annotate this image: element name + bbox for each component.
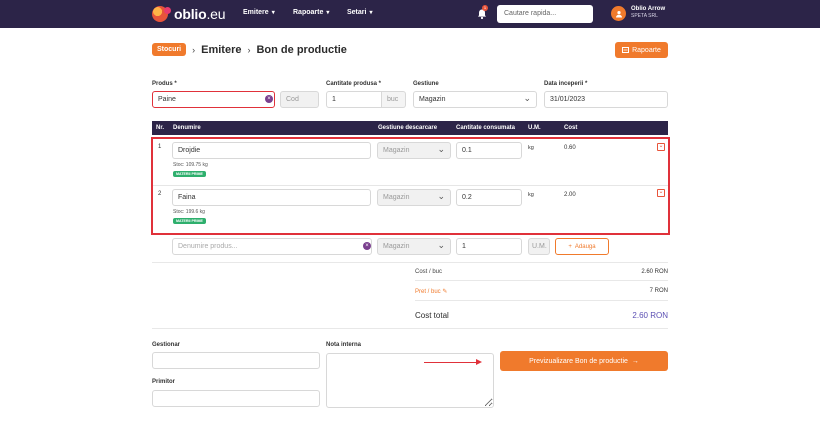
user-icon bbox=[615, 10, 622, 17]
row-1-collapse-icon[interactable]: ⌄ bbox=[657, 143, 665, 151]
chevron-right-icon: › bbox=[192, 44, 196, 55]
pret-buc-text: Pret / buc bbox=[415, 289, 441, 295]
row-divider bbox=[153, 185, 668, 186]
nav-emitere-label: Emitere bbox=[243, 9, 269, 16]
col-nr: Nr. bbox=[156, 125, 165, 131]
col-denumire: Denumire bbox=[173, 125, 201, 131]
arrow-right-icon: → bbox=[631, 357, 639, 365]
pret-buc-label[interactable]: Pret / buc ✎ bbox=[415, 288, 447, 295]
row-1-cantitate-input[interactable]: 0.1 bbox=[456, 142, 522, 159]
arrow-annotation bbox=[424, 362, 478, 363]
new-denumire-input[interactable]: Denumire produs... bbox=[172, 238, 372, 255]
row-1-um: kg bbox=[528, 145, 534, 151]
report-icon bbox=[622, 47, 630, 53]
row-2-denumire-input[interactable]: Faina bbox=[172, 189, 371, 206]
chevron-down-icon: ▾ bbox=[271, 10, 275, 16]
clear-icon[interactable]: × bbox=[363, 242, 371, 250]
previzualizare-button-label: Previzualizare Bon de productie bbox=[529, 357, 628, 365]
row-1-gestiune-select[interactable]: Magazin bbox=[377, 142, 451, 159]
rapoarte-button-label: Rapoarte bbox=[632, 46, 661, 54]
row-2-cost: 2.00 bbox=[564, 192, 576, 198]
nav-setari[interactable]: Setari ▾ bbox=[347, 9, 372, 16]
row-2-badge: MATERII PRIME bbox=[173, 218, 206, 224]
divider bbox=[152, 262, 668, 263]
user-avatar[interactable] bbox=[611, 6, 626, 21]
logo-text: oblio bbox=[174, 6, 207, 22]
row-1-cost: 0.60 bbox=[564, 145, 576, 151]
top-navbar: oblio.eu Emitere ▾ Rapoarte ▾ Setari ▾ 1 Ca… bbox=[0, 0, 820, 28]
cost-total-label: Cost total bbox=[415, 311, 449, 320]
gestionar-input[interactable] bbox=[152, 352, 320, 369]
previzualizare-button[interactable]: Previzualizare Bon de productie → bbox=[500, 351, 668, 371]
breadcrumb-emitere[interactable]: Emitere bbox=[201, 44, 241, 56]
user-company: SPETA SRL bbox=[631, 13, 658, 19]
logo-suffix: .eu bbox=[206, 6, 226, 22]
notification-badge: 1 bbox=[482, 5, 488, 11]
breadcrumb: Stocuri › Emitere › Bon de productie bbox=[152, 43, 347, 56]
chevron-right-icon: › bbox=[247, 44, 251, 55]
clear-icon[interactable]: × bbox=[265, 95, 273, 103]
row-2-um: kg bbox=[528, 192, 534, 198]
adauga-button-label: Adauga bbox=[574, 243, 596, 250]
row-2-cantitate-input[interactable]: 0.2 bbox=[456, 189, 522, 206]
col-um: U.M. bbox=[528, 125, 541, 131]
row-2-collapse-icon[interactable]: ⌄ bbox=[657, 189, 665, 197]
plus-icon: + bbox=[568, 243, 572, 250]
col-cantitate: Cantitate consumata bbox=[456, 125, 516, 131]
nav-setari-label: Setari bbox=[347, 9, 367, 16]
row-2-stoc: Stoc: 199.6 kg bbox=[173, 209, 205, 215]
cost-buc-value: 2.60 RON bbox=[641, 269, 668, 275]
chevron-down-icon: ▾ bbox=[369, 10, 373, 16]
cantitate-label: Cantitate produsa * bbox=[326, 81, 382, 87]
gestiune-select[interactable]: Magazin bbox=[413, 91, 537, 108]
arrow-head bbox=[476, 359, 482, 365]
pencil-icon[interactable]: ✎ bbox=[442, 289, 447, 295]
divider bbox=[415, 280, 668, 281]
row-1-badge: MATERII PRIME bbox=[173, 171, 206, 177]
row-1-stoc: Stoc: 109.75 kg bbox=[173, 162, 208, 168]
primitor-input[interactable] bbox=[152, 390, 320, 407]
user-name[interactable]: Oblio Arrow bbox=[631, 6, 665, 13]
nota-label: Nota interna bbox=[326, 342, 362, 348]
nav-emitere[interactable]: Emitere ▾ bbox=[243, 9, 275, 16]
data-input[interactable]: 31/01/2023 bbox=[544, 91, 668, 108]
divider bbox=[152, 328, 668, 329]
row-1-nr: 1 bbox=[158, 144, 162, 150]
rapoarte-button[interactable]: Rapoarte bbox=[615, 42, 668, 58]
col-gestiune: Gestiune descarcare bbox=[378, 125, 438, 131]
row-1-denumire-input[interactable]: Drojdie bbox=[172, 142, 371, 159]
chevron-down-icon: ▾ bbox=[326, 10, 330, 16]
produs-label: Produs * bbox=[152, 81, 177, 87]
search-input[interactable]: Cautare rapida... bbox=[497, 5, 593, 23]
gestionar-label: Gestionar bbox=[152, 342, 181, 348]
primitor-label: Primitor bbox=[152, 379, 176, 385]
new-cantitate-input[interactable]: 1 bbox=[456, 238, 522, 255]
cantitate-unit: buc bbox=[382, 91, 406, 108]
oblio-logo[interactable]: oblio.eu bbox=[152, 6, 226, 22]
new-gestiune-select[interactable]: Magazin bbox=[377, 238, 451, 255]
logo-icon bbox=[152, 6, 171, 22]
cantitate-input[interactable]: 1 bbox=[326, 91, 382, 108]
nav-rapoarte[interactable]: Rapoarte ▾ bbox=[293, 9, 329, 16]
divider bbox=[415, 300, 668, 301]
page-title: Bon de productie bbox=[256, 43, 347, 56]
adauga-button[interactable]: + Adauga bbox=[555, 238, 609, 255]
pret-buc-value: 7 RON bbox=[649, 288, 668, 294]
breadcrumb-stocuri[interactable]: Stocuri bbox=[152, 43, 187, 56]
row-2-nr: 2 bbox=[158, 191, 162, 197]
data-label: Data inceperii * bbox=[544, 81, 588, 87]
cost-buc-label: Cost / buc bbox=[415, 269, 443, 275]
table-header: Nr. Denumire Gestiune descarcare Cantita… bbox=[152, 121, 668, 135]
new-um-input[interactable]: U.M. bbox=[528, 238, 550, 255]
cod-input[interactable]: Cod bbox=[280, 91, 319, 108]
row-2-gestiune-select[interactable]: Magazin bbox=[377, 189, 451, 206]
produs-input[interactable]: Paine bbox=[152, 91, 275, 108]
nav-rapoarte-label: Rapoarte bbox=[293, 9, 324, 16]
cost-total-value: 2.60 RON bbox=[632, 311, 668, 320]
gestiune-label: Gestiune bbox=[413, 81, 439, 87]
col-cost: Cost bbox=[564, 125, 578, 131]
